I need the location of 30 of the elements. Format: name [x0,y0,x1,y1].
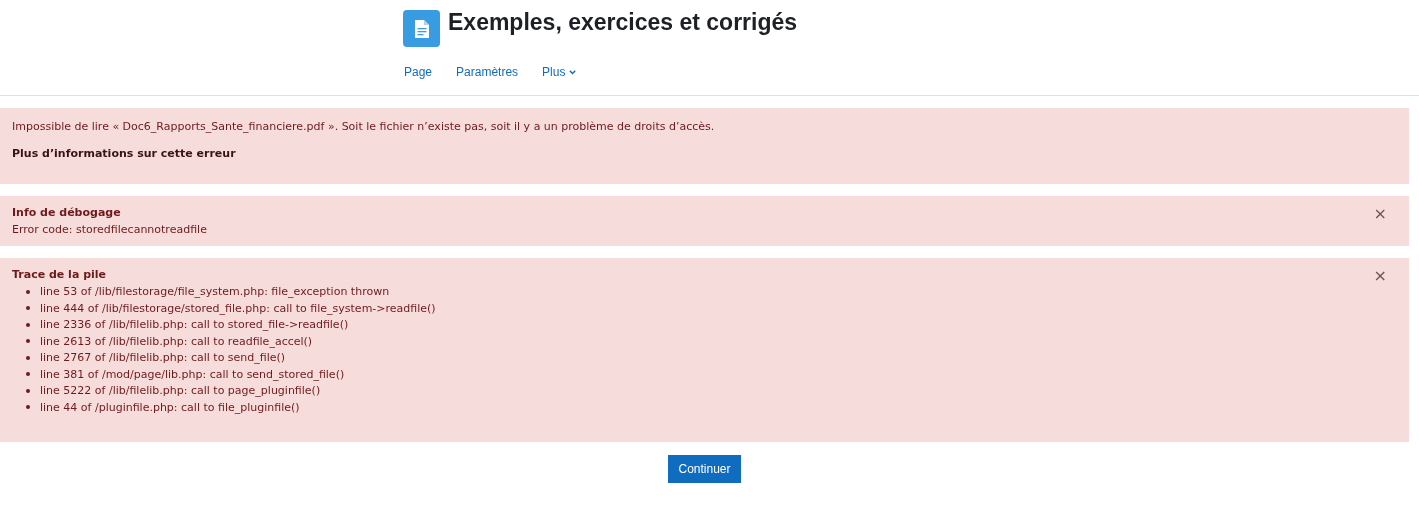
bullet-icon [26,322,30,327]
continue-button[interactable]: Continuer [668,454,741,483]
alert-title: Trace de la pile [12,268,107,281]
bullet-icon [26,405,30,409]
nav-link[interactable]: Page [403,63,434,81]
bullet-icon [26,306,30,310]
alert-title: Info de débogage [12,206,122,219]
menu-link[interactable]: Plus [541,63,578,81]
trace-line: line 44 of /pluginfile.php: call to file_pluginfile() [40,400,300,414]
bullet-icon [26,372,30,376]
trace-line: line 5222 of /lib/filelib.php: call to page_pluginfile() [40,384,321,397]
bullet-icon [26,355,30,360]
page-title: Exemples, exercices et corrigés [448,9,798,36]
document-icon [403,10,440,47]
bullet-icon [26,289,30,294]
bullet-icon [26,339,30,343]
caret-icon [569,69,577,75]
error-code: Error code: storedfilecannotreadfile [12,223,207,236]
bullet-icon [26,388,30,393]
trace-line: line 381 of /mod/page/lib.php: call to send_stored_file() [40,367,345,381]
nav-link[interactable]: Paramètres [455,63,520,81]
trace-line: line 444 of /lib/filestorage/stored_file.php: call to file_system->readfile() [40,301,436,315]
trace-line: line 53 of /lib/filestorage/file_system.php: file_exception thrown [40,285,390,298]
close-button[interactable]: × [1369,268,1397,284]
trace-line: line 2767 of /lib/filelib.php: call to send_file() [40,351,286,364]
close-button[interactable]: × [1369,206,1397,222]
error-message: Impossible de lire « Doc6_Rapports_Sante_financiere.pdf ». Soit le fichier n’existe pas, soit il y a un problème de droits d’accès. [12,120,716,133]
trace-line: line 2613 of /lib/filelib.php: call to readfile_accel() [40,334,313,348]
more-info-link[interactable]: Plus d’informations sur cette erreur [12,147,236,160]
trace-line: line 2336 of /lib/filelib.php: call to stored_file->readfile() [40,318,349,331]
